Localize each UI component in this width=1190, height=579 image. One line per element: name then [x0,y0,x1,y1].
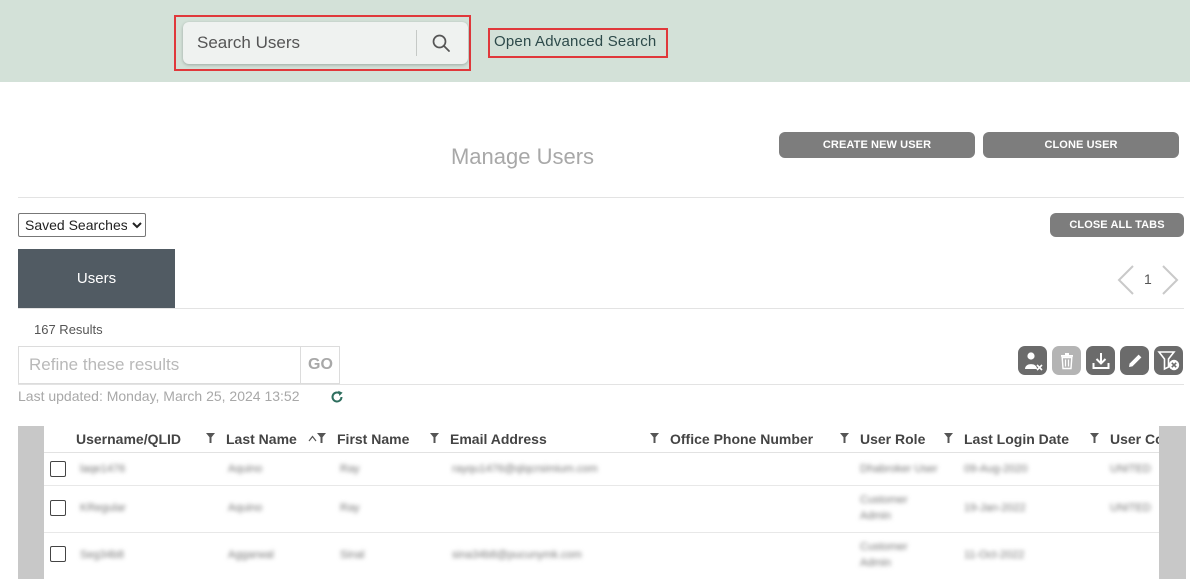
row-checkbox[interactable] [50,546,66,562]
cell-email: sina34b8@pucunymk.com [452,549,582,561]
results-count: 167 Results [34,322,103,337]
search-button[interactable] [423,26,459,60]
cell-user-role: Dhabroker User [860,463,938,475]
close-all-tabs-button[interactable]: CLOSE ALL TABS [1050,213,1184,237]
tab-users[interactable]: Users [18,249,175,308]
remove-user-button[interactable] [1018,346,1047,375]
filter-icon[interactable] [944,433,953,443]
trash-icon [1060,352,1073,369]
cell-first-name: Ray [340,463,360,475]
clone-user-button[interactable]: CLONE USER [983,132,1179,158]
refine-results-input[interactable] [19,347,299,383]
search-users-input[interactable] [183,22,415,64]
tab-users-label: Users [76,270,117,287]
clear-filters-button[interactable] [1154,346,1183,375]
column-header-last-name[interactable]: Last Name [226,431,297,447]
search-divider [416,30,417,56]
user-search-box [183,22,468,64]
download-icon [1092,352,1109,369]
filter-icon[interactable] [430,433,439,443]
cell-user-company: UNITED [1110,463,1151,475]
open-advanced-search-link[interactable]: Open Advanced Search [494,33,656,50]
edit-button[interactable] [1120,346,1149,375]
search-icon [432,34,450,52]
cell-last-login: 19-Jan-2022 [964,502,1026,514]
tabs-divider [18,308,1184,309]
users-table: Username/QLID Last Name First Name Email… [44,426,1159,579]
toolbar-divider [18,384,1184,385]
chevron-left-icon[interactable] [1116,264,1136,296]
column-header-username[interactable]: Username/QLID [76,431,181,447]
column-header-last-login[interactable]: Last Login Date [964,431,1069,447]
edit-pencil-icon [1128,354,1141,367]
cell-user-role: Customer Admin [860,541,908,569]
column-header-user-company[interactable]: User Co [1110,431,1159,447]
cell-user-role: Customer Admin [860,494,908,522]
cell-last-login: 09-Aug-2020 [964,463,1028,475]
cell-first-name: Sinal [340,549,365,561]
last-updated-text: Last updated: Monday, March 25, 2024 13:… [18,388,300,404]
clear-filter-icon [1156,350,1179,370]
download-button[interactable] [1086,346,1115,375]
column-header-email[interactable]: Email Address [450,431,547,447]
column-header-first-name[interactable]: First Name [337,431,409,447]
header-divider [44,452,1159,453]
cell-first-name: Ray [340,502,360,514]
cell-user-company: UNITED [1110,502,1151,514]
refine-results-box: GO [18,346,340,384]
cell-last-name: Aquino [228,463,263,475]
cell-username: KRegular [80,502,126,514]
cell-username: laqe1476 [80,463,126,475]
cell-email: rayqu1476@qlqcrsimium.com [452,463,598,475]
refresh-icon[interactable] [330,390,344,404]
saved-searches-select[interactable]: Saved Searches [18,213,146,237]
row-checkbox[interactable] [50,461,66,477]
create-new-user-button[interactable]: CREATE NEW USER [779,132,975,158]
go-button[interactable]: GO [300,347,340,383]
filter-icon[interactable] [206,433,215,443]
filter-icon[interactable] [840,433,849,443]
cell-last-name: Aquino [228,502,263,514]
row-divider [44,485,1159,486]
chevron-right-icon[interactable] [1160,264,1180,296]
cell-last-name: Aggarwal [228,549,274,561]
remove-user-icon [1024,351,1043,371]
pager-current-page: 1 [1144,271,1152,287]
row-divider [44,532,1159,533]
filter-icon[interactable] [1090,433,1099,443]
cell-last-login: 11-Oct-2022 [964,549,1025,561]
delete-button[interactable] [1052,346,1081,375]
row-checkbox[interactable] [50,500,66,516]
column-header-office-phone[interactable]: Office Phone Number [670,431,813,447]
sort-ascending-icon[interactable] [308,435,317,442]
filter-icon[interactable] [317,433,326,443]
filter-icon[interactable] [650,433,659,443]
cell-username: Seg34b8 [80,549,125,561]
column-header-user-role[interactable]: User Role [860,431,925,447]
divider [18,197,1184,198]
